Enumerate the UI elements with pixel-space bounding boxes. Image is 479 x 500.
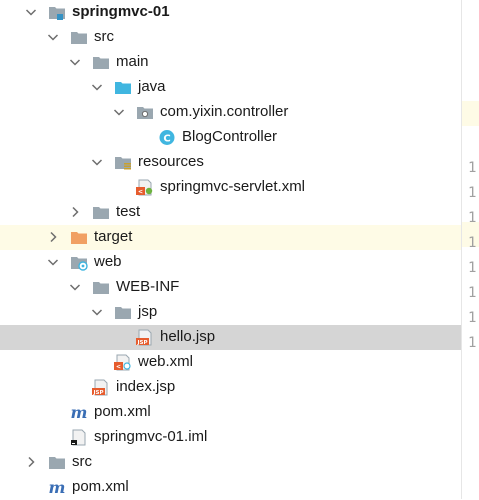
tree-item-label: springmvc-01 [72, 3, 170, 20]
gutter-line-number: 1 [468, 210, 477, 226]
tree-item-iml[interactable]: springmvc-01.iml [0, 425, 461, 450]
gutter-line-number: 1 [468, 185, 477, 201]
excluded-folder-icon [70, 229, 88, 246]
tree-item-controller-package[interactable]: com.yixin.controller [0, 100, 461, 125]
module-folder-icon [48, 4, 66, 21]
folder-icon [92, 279, 110, 296]
tree-item-resources[interactable]: resources [0, 150, 461, 175]
maven-icon: m [70, 403, 88, 422]
chevron-down-icon[interactable] [45, 254, 61, 270]
tree-item-index-jsp[interactable]: JSP index.jsp [0, 375, 461, 400]
tree-item-label: java [138, 78, 166, 95]
tree-item-test[interactable]: test [0, 200, 461, 225]
tree-item-web[interactable]: web [0, 250, 461, 275]
gutter-line-number: 1 [468, 335, 477, 351]
tree-item-label: pom.xml [94, 403, 151, 420]
chevron-down-icon[interactable] [45, 29, 61, 45]
gutter-line-number: 1 [468, 260, 477, 276]
chevron-right-icon[interactable] [45, 229, 61, 245]
chevron-down-icon[interactable] [89, 154, 105, 170]
chevron-down-icon[interactable] [89, 79, 105, 95]
tree-item-label: springmvc-01.iml [94, 428, 208, 445]
jsp-file-icon: JSP [136, 329, 154, 346]
gutter-line-number: 1 [468, 310, 477, 326]
chevron-down-icon[interactable] [67, 54, 83, 70]
folder-icon [48, 454, 66, 471]
svg-text:<: < [138, 189, 143, 196]
tree-item-web-xml[interactable]: < web.xml [0, 350, 461, 375]
tree-item-label: resources [138, 153, 204, 170]
tree-item-label: web.xml [138, 353, 194, 370]
gutter-line-number: 1 [468, 235, 477, 251]
folder-icon [70, 29, 88, 46]
gutter-line-number: 1 [468, 160, 477, 176]
web-folder-icon [70, 254, 88, 271]
svg-text:JSP: JSP [136, 340, 147, 346]
resources-folder-icon [114, 154, 132, 171]
folder-icon [92, 204, 110, 221]
tree-item-java[interactable]: java [0, 75, 461, 100]
jsp-file-icon: JSP [92, 379, 110, 396]
web-xml-icon: < [114, 354, 132, 371]
tree-item-pom-xml-inner[interactable]: m pom.xml [0, 400, 461, 425]
tree-item-label: hello.jsp [160, 328, 216, 345]
chevron-right-icon[interactable] [67, 204, 83, 220]
svg-text:<: < [116, 364, 121, 371]
tree-item-label: jsp [138, 303, 158, 320]
folder-icon [92, 54, 110, 71]
svg-text:m: m [71, 404, 88, 421]
tree-item-springmvc-01[interactable]: springmvc-01 [0, 0, 461, 25]
tree-item-label: WEB-INF [116, 278, 180, 295]
tree-item-label: springmvc-servlet.xml [160, 178, 306, 195]
gutter-current-line [462, 101, 479, 126]
tree-item-web-inf[interactable]: WEB-INF [0, 275, 461, 300]
tree-item-src[interactable]: src [0, 25, 461, 50]
tree-item-blogcontroller[interactable]: C BlogController [0, 125, 461, 150]
tree-item-label: main [116, 53, 149, 70]
tree-item-springmvc-servlet-xml[interactable]: < springmvc-servlet.xml [0, 175, 461, 200]
tree-item-label: src [94, 28, 114, 45]
svg-text:C: C [163, 134, 170, 145]
class-icon: C [158, 129, 176, 146]
tree-item-main[interactable]: main [0, 50, 461, 75]
tree-item-label: target [94, 228, 133, 245]
tree-item-label: web [94, 253, 122, 270]
tree-item-jsp[interactable]: jsp [0, 300, 461, 325]
spring-xml-icon: < [136, 179, 154, 196]
tree-item-label: test [116, 203, 141, 220]
svg-text:JSP: JSP [92, 390, 103, 396]
chevron-right-icon[interactable] [23, 454, 39, 470]
project-tree: springmvc-01 src main java com.yixin.control… [0, 0, 461, 499]
tree-item-label: index.jsp [116, 378, 176, 395]
iml-file-icon [70, 429, 88, 446]
chevron-down-icon[interactable] [111, 104, 127, 120]
tree-item-src-root[interactable]: src [0, 450, 461, 475]
tree-item-label: BlogController [182, 128, 278, 145]
tree-item-target[interactable]: target [0, 225, 461, 250]
package-icon [136, 104, 154, 121]
chevron-down-icon[interactable] [89, 304, 105, 320]
maven-icon: m [48, 478, 66, 497]
chevron-down-icon[interactable] [23, 4, 39, 20]
tree-item-label: pom.xml [72, 478, 129, 495]
gutter-line-number: 1 [468, 285, 477, 301]
tree-item-label: com.yixin.controller [160, 103, 289, 120]
tree-item-pom-xml-root[interactable]: m pom.xml [0, 475, 461, 500]
tree-item-label: src [72, 453, 92, 470]
source-folder-icon [114, 79, 132, 96]
tree-item-hello-jsp[interactable]: JSP hello.jsp [0, 325, 461, 350]
folder-icon [114, 304, 132, 321]
svg-text:m: m [49, 479, 66, 496]
chevron-down-icon[interactable] [67, 279, 83, 295]
